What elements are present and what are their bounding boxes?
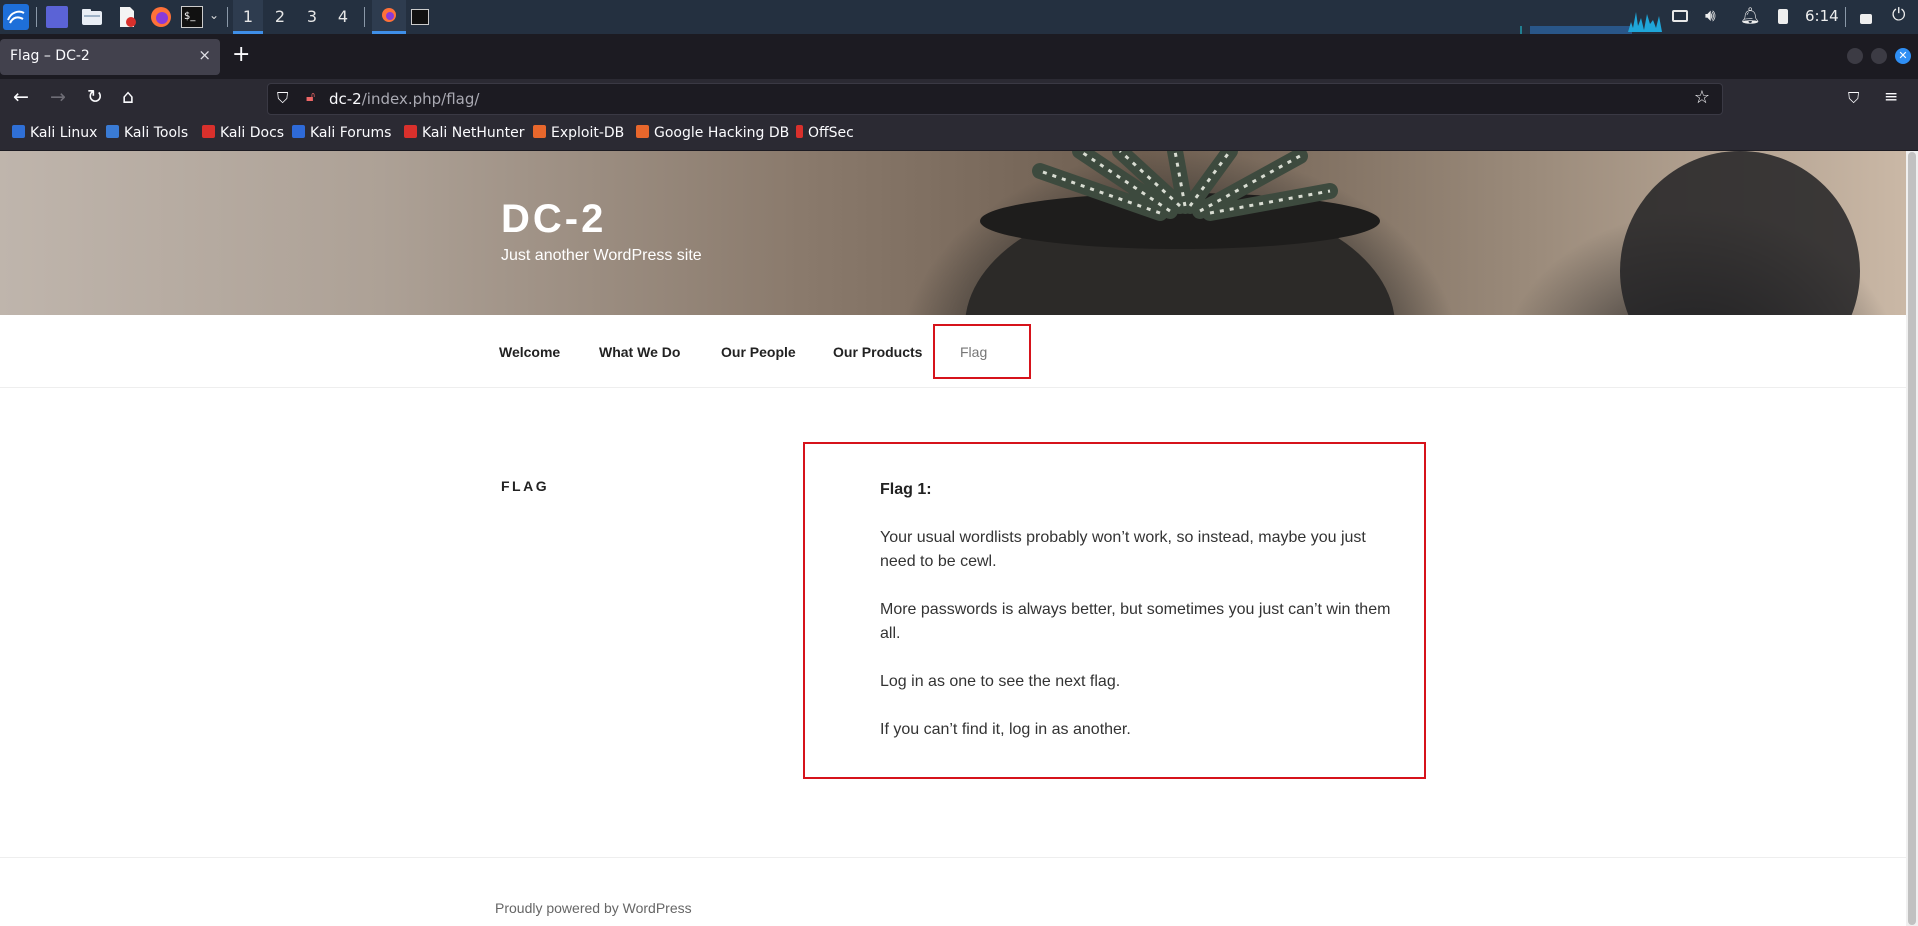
exploit-db-icon bbox=[533, 125, 546, 138]
shield-icon[interactable]: ⛉ bbox=[277, 89, 288, 107]
site-description: Just another WordPress site bbox=[501, 247, 702, 264]
minimize-button[interactable] bbox=[1847, 48, 1863, 64]
battery-icon[interactable] bbox=[1778, 9, 1788, 24]
workspace-3[interactable]: 3 bbox=[297, 0, 327, 34]
cpu-graph bbox=[1628, 8, 1662, 32]
terminal-icon[interactable]: $_ bbox=[181, 6, 203, 28]
tab-strip bbox=[0, 34, 1918, 79]
header-image bbox=[0, 151, 1906, 315]
offsec-icon bbox=[796, 125, 803, 138]
bookmark-label: Exploit-DB bbox=[551, 125, 625, 141]
bookmark-kali-nethunter[interactable]: Kali NetHunter bbox=[404, 125, 524, 141]
bookmark-kali-forums[interactable]: Kali Forums bbox=[292, 125, 391, 141]
workspace-2[interactable]: 2 bbox=[265, 0, 295, 34]
notifications-icon[interactable]: 🔔︎ bbox=[1740, 6, 1760, 25]
new-tab-button[interactable]: + bbox=[232, 42, 250, 67]
flag-menu-highlight bbox=[933, 324, 1031, 379]
kali-nethunter-icon bbox=[404, 125, 417, 138]
footer-divider bbox=[0, 857, 1906, 858]
tab-title: Flag – DC-2 bbox=[10, 48, 90, 64]
kali-forums-icon bbox=[292, 125, 305, 138]
kali-tools-icon bbox=[106, 125, 119, 138]
forward-icon[interactable]: → bbox=[50, 86, 66, 108]
menu-item-what-we-do[interactable]: What We Do bbox=[599, 344, 680, 360]
workspace-4[interactable]: 4 bbox=[328, 0, 358, 34]
bookmark-offsec[interactable]: OffSec bbox=[796, 125, 854, 141]
show-desktop-icon[interactable] bbox=[46, 6, 68, 28]
entry-paragraph: More passwords is always better, but som… bbox=[880, 601, 1391, 642]
firefox-icon[interactable] bbox=[150, 6, 172, 28]
kali-menu-icon[interactable] bbox=[3, 4, 29, 30]
bookmark-label: Kali Forums bbox=[310, 125, 392, 141]
workspace-1[interactable]: 1 bbox=[233, 0, 263, 34]
scrollbar-thumb[interactable] bbox=[1908, 152, 1916, 925]
taskbar-terminal-window[interactable] bbox=[411, 9, 429, 25]
url-text[interactable]: dc-2/index.php/flag/ bbox=[329, 90, 479, 108]
home-icon[interactable]: ⌂ bbox=[122, 86, 134, 108]
bookmark-label: Kali Linux bbox=[30, 125, 98, 141]
back-icon[interactable]: ← bbox=[13, 86, 29, 108]
google-hacking-db-icon bbox=[636, 125, 649, 138]
entry-paragraph: Your usual wordlists probably won’t work… bbox=[880, 529, 1366, 570]
bookmark-kali-tools[interactable]: Kali Tools bbox=[106, 125, 188, 141]
kali-docs-icon bbox=[202, 125, 215, 138]
kali-linux-icon bbox=[12, 125, 25, 138]
flag-heading: Flag 1: bbox=[880, 481, 932, 498]
top-panel: $_ ⌄ 1 2 3 4 🔊︎ 🔔︎ 6:14 ⏻ bbox=[0, 0, 1918, 34]
network-graph bbox=[1520, 26, 1632, 34]
window-close-button[interactable]: ✕ bbox=[1895, 48, 1911, 64]
bookmark-label: OffSec bbox=[808, 125, 854, 141]
bookmark-label: Kali Docs bbox=[220, 125, 285, 141]
menu-item-our-products[interactable]: Our Products bbox=[833, 344, 922, 360]
url-path: /index.php/flag/ bbox=[361, 90, 480, 108]
bookmark-kali-docs[interactable]: Kali Docs bbox=[202, 125, 284, 141]
entry-paragraph: Log in as one to see the next flag. bbox=[880, 673, 1121, 690]
display-icon[interactable] bbox=[1672, 10, 1688, 22]
page-title: FLAG bbox=[501, 478, 550, 494]
taskbar-firefox-window[interactable] bbox=[372, 0, 406, 34]
bookmark-star-icon[interactable]: ☆ bbox=[1694, 87, 1710, 108]
reload-icon[interactable]: ↻ bbox=[87, 86, 103, 108]
site-title[interactable]: DC-2 bbox=[501, 197, 606, 242]
bookmark-google-hacking-db[interactable]: Google Hacking DB bbox=[636, 125, 789, 141]
entry-paragraph: If you can’t find it, log in as another. bbox=[880, 721, 1131, 738]
chevron-down-icon[interactable]: ⌄ bbox=[209, 8, 219, 22]
powered-by-link[interactable]: Proudly powered by WordPress bbox=[495, 900, 692, 916]
plant-illustration bbox=[965, 151, 1860, 315]
url-host: dc-2 bbox=[329, 90, 362, 108]
insecure-lock-icon[interactable]: 🔓︎ bbox=[306, 89, 315, 105]
browser-tab[interactable]: Flag – DC-2 × bbox=[0, 39, 220, 75]
url-bar[interactable]: ⛉ 🔓︎ dc-2/index.php/flag/ ☆ bbox=[267, 83, 1723, 115]
close-icon[interactable]: × bbox=[198, 46, 211, 64]
bookmark-label: Kali Tools bbox=[124, 125, 189, 141]
clock[interactable]: 6:14 bbox=[1805, 7, 1839, 25]
bookmark-kali-linux[interactable]: Kali Linux bbox=[12, 125, 97, 141]
bookmark-label: Google Hacking DB bbox=[654, 125, 790, 141]
bookmark-label: Kali NetHunter bbox=[422, 125, 525, 141]
bookmarks-toolbar bbox=[0, 119, 1918, 151]
lock-icon[interactable] bbox=[1860, 14, 1872, 24]
maximize-button[interactable] bbox=[1871, 48, 1887, 64]
menu-icon[interactable]: ≡ bbox=[1884, 87, 1898, 107]
file-manager-icon[interactable] bbox=[81, 6, 103, 28]
bookmark-exploit-db[interactable]: Exploit-DB bbox=[533, 125, 624, 141]
text-editor-icon[interactable] bbox=[116, 6, 138, 28]
volume-icon[interactable]: 🔊︎ bbox=[1705, 6, 1716, 26]
pocket-icon[interactable]: ⛉ bbox=[1848, 89, 1859, 107]
menu-item-welcome[interactable]: Welcome bbox=[499, 344, 560, 360]
menu-item-our-people[interactable]: Our People bbox=[721, 344, 796, 360]
power-icon[interactable]: ⏻ bbox=[1892, 5, 1905, 25]
